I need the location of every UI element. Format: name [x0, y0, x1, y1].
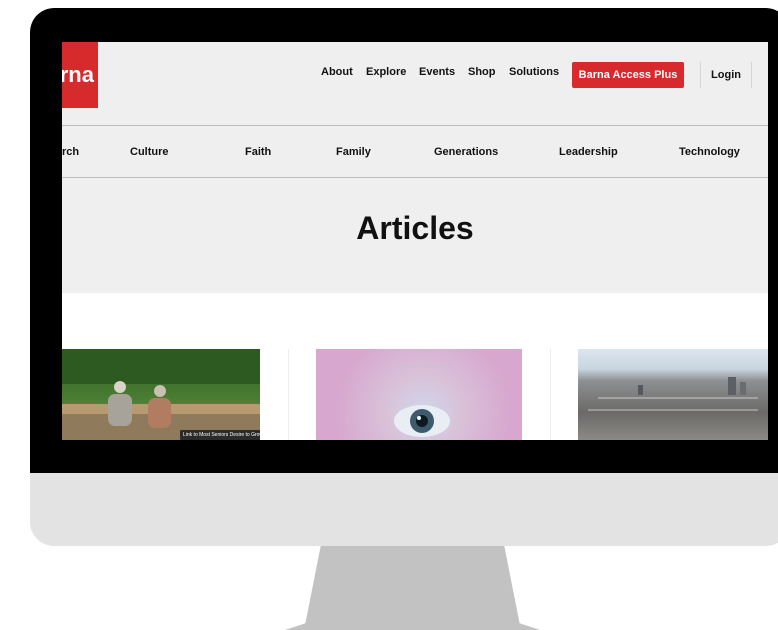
- category-family[interactable]: Family: [336, 146, 371, 158]
- category-research[interactable]: rch: [62, 146, 79, 158]
- divider: [550, 349, 551, 440]
- image-tooltip: Link to Most Seniors Desire to Grow Spir…: [180, 430, 260, 440]
- nav-shop[interactable]: Shop: [468, 66, 496, 78]
- monitor-bezel: rna About Explore Events Shop Solutions …: [30, 8, 778, 473]
- monitor-screen: rna About Explore Events Shop Solutions …: [62, 42, 768, 440]
- category-technology[interactable]: Technology: [679, 146, 740, 158]
- page-title: Articles: [356, 210, 474, 246]
- barna-logo[interactable]: rna: [62, 42, 98, 108]
- nav-about[interactable]: About: [321, 66, 353, 78]
- divider: [62, 125, 768, 126]
- access-plus-button[interactable]: Barna Access Plus: [572, 62, 684, 88]
- category-faith[interactable]: Faith: [245, 146, 271, 158]
- nav-solutions[interactable]: Solutions: [509, 66, 559, 78]
- article-card-image[interactable]: [578, 349, 768, 440]
- eye-image: [394, 405, 450, 437]
- category-culture[interactable]: Culture: [130, 146, 169, 158]
- nav-explore[interactable]: Explore: [366, 66, 406, 78]
- city-skyline-image: [588, 377, 758, 411]
- nav-events[interactable]: Events: [419, 66, 455, 78]
- monitor-stand: [285, 546, 540, 630]
- category-generations[interactable]: Generations: [434, 146, 498, 158]
- login-button[interactable]: Login: [700, 62, 752, 88]
- monitor-body: rna About Explore Events Shop Solutions …: [30, 8, 778, 546]
- category-leadership[interactable]: Leadership: [559, 146, 618, 158]
- article-card-image[interactable]: [316, 349, 522, 440]
- articles-grid: Link to Most Seniors Desire to Grow Spir…: [62, 293, 768, 440]
- seniors-walking-image: [62, 349, 260, 440]
- divider: [62, 177, 768, 178]
- divider: [288, 349, 289, 440]
- article-card-image[interactable]: Link to Most Seniors Desire to Grow Spir…: [62, 349, 260, 440]
